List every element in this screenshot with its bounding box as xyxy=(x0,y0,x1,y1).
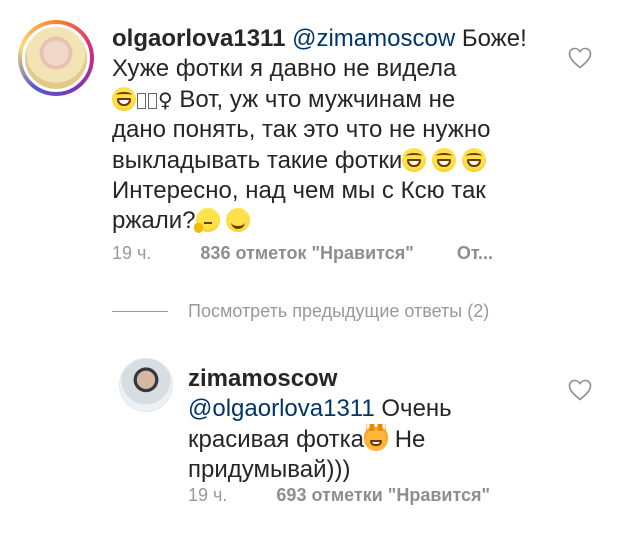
likes-count-button[interactable]: 836 отметок "Нравится" xyxy=(200,243,413,263)
comment-mention[interactable]: @olgaorlova1311 xyxy=(188,395,375,422)
comment-text: Не xyxy=(394,425,426,453)
comment-line-4: придумывай))) xyxy=(188,456,351,484)
grinning-squinting-face-icon xyxy=(432,147,457,172)
avatar[interactable] xyxy=(18,20,94,96)
comment-line-3: ♀ Вот, уж что мужчинам не xyxy=(112,85,527,115)
comment-time: 19 ч. xyxy=(112,243,152,263)
comment-line-1: zimamoscow xyxy=(188,364,452,394)
divider-line xyxy=(112,311,168,312)
grinning-cat-icon xyxy=(364,423,389,451)
comment-line-2: @olgaorlova1311 Очень xyxy=(188,394,452,424)
comment-line-1: olgaorlova1311 @zimamoscow Боже! xyxy=(112,24,527,54)
grinning-squinting-face-icon xyxy=(112,86,136,111)
comment-mention[interactable]: @zimamoscow xyxy=(292,25,455,52)
comment-body: zimamoscow @olgaorlova1311 Очень красива… xyxy=(188,364,452,486)
avatar[interactable] xyxy=(119,358,173,412)
reply-button[interactable]: От... xyxy=(457,243,493,263)
comment-text: красивая фотка xyxy=(188,425,365,453)
grinning-squinting-face-icon xyxy=(462,147,487,172)
comment-line-3: красивая фотка Не xyxy=(188,423,452,455)
comment-meta: 19 ч. 693 отметки "Нравится" xyxy=(188,485,528,506)
comment-text: Боже! xyxy=(461,25,527,52)
comment-username[interactable]: olgaorlova1311 xyxy=(112,25,285,52)
missing-glyph-icon xyxy=(137,92,146,109)
comment-username[interactable]: zimamoscow xyxy=(188,365,337,392)
missing-glyph-icon xyxy=(148,92,157,109)
heart-outline-icon[interactable] xyxy=(568,379,592,401)
thinking-face-icon xyxy=(193,208,220,234)
female-sign-icon: ♀ xyxy=(158,87,173,112)
comment-line-2: Хуже фотки я давно не видела xyxy=(112,55,457,83)
view-previous-replies-button[interactable]: Посмотреть предыдущие ответы (2) xyxy=(112,301,489,322)
comment-time: 19 ч. xyxy=(188,485,228,505)
comment-line-5: выкладывать такие фотки xyxy=(112,146,527,176)
likes-count-button[interactable]: 693 отметки "Нравится" xyxy=(276,485,490,505)
comment-line-4: дано понять, так это что не нужно xyxy=(112,116,491,144)
comment-body: olgaorlova1311 @zimamoscow Боже! Хуже фо… xyxy=(112,24,527,237)
view-previous-label: Посмотреть предыдущие ответы (2) xyxy=(188,301,490,321)
comment-text: ржали? xyxy=(112,207,196,235)
heart-outline-icon[interactable] xyxy=(568,47,592,69)
comment-line-7: ржали? xyxy=(112,206,527,236)
grinning-squinting-face-icon xyxy=(402,147,427,172)
comment-text: Вот, уж что мужчинам не xyxy=(179,85,456,113)
comment-line-6: Интересно, над чем мы с Ксю так xyxy=(112,177,486,205)
comment-text: выкладывать такие фотки xyxy=(112,146,403,174)
comment-meta: 19 ч. 836 отметок "Нравится" От... xyxy=(112,243,493,264)
avatar-photo xyxy=(22,24,90,92)
comment-text: Очень xyxy=(381,395,452,423)
smiling-face-icon xyxy=(226,208,251,233)
